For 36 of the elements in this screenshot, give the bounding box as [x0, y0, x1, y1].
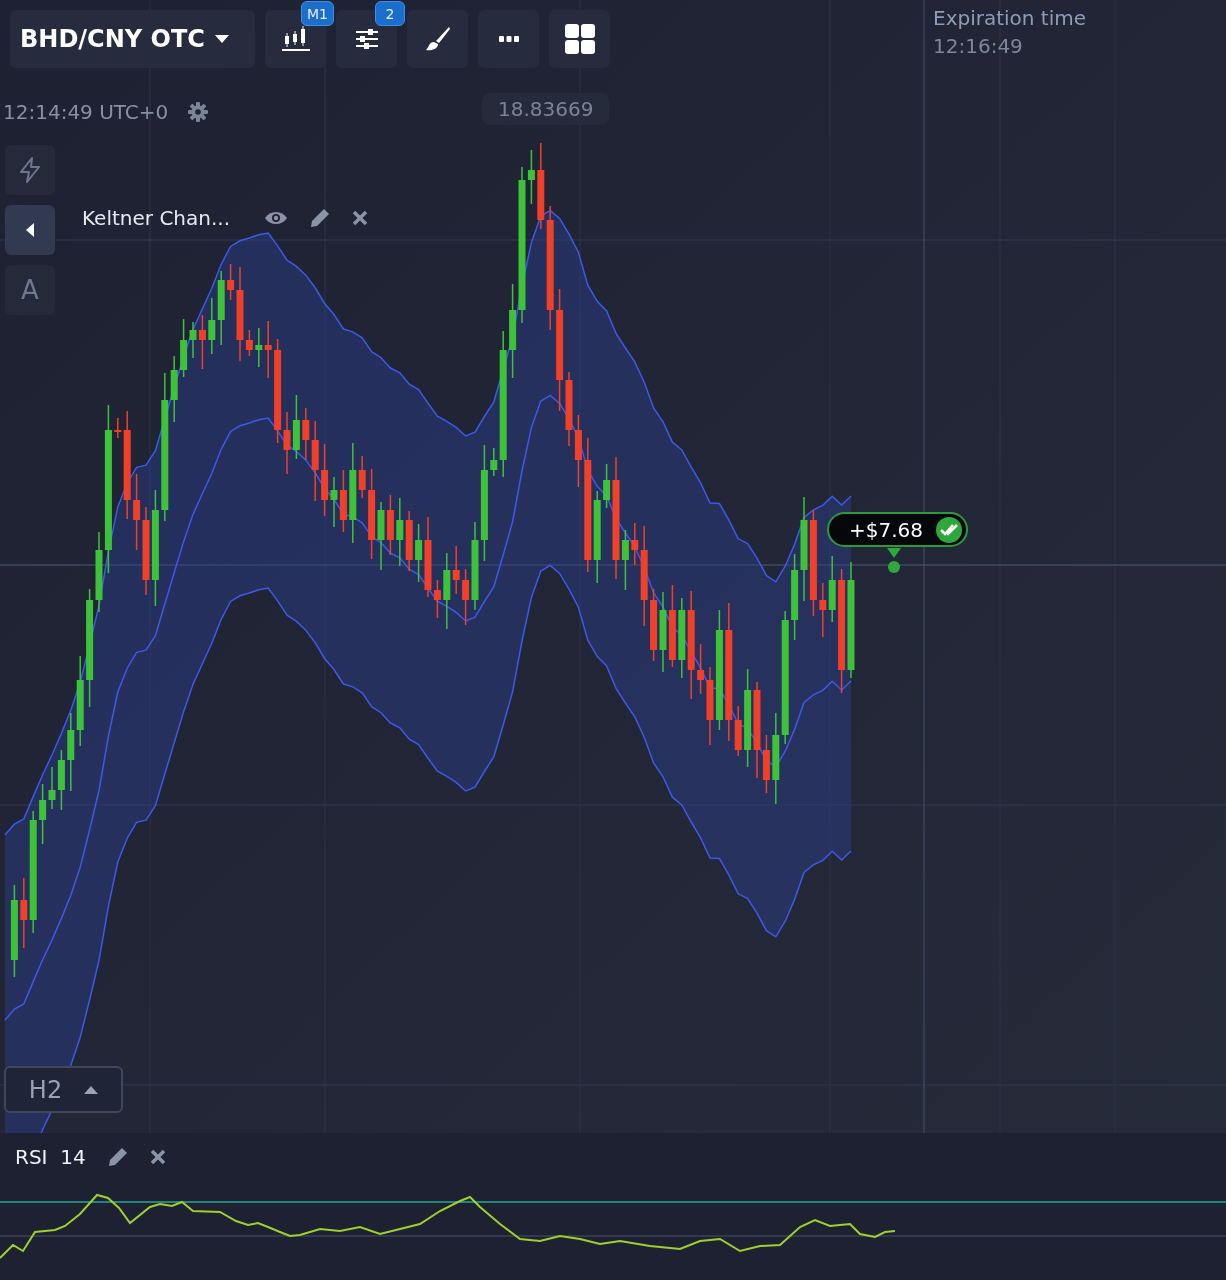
grid-icon [564, 24, 595, 54]
quick-trade-button[interactable] [5, 145, 55, 195]
text-tool-button[interactable]: A [5, 265, 55, 315]
clock-time: 12:14:49 UTC+0 [3, 100, 169, 124]
double-check-icon [935, 515, 963, 544]
more-icon [498, 36, 519, 42]
timeframe-button[interactable]: H2 [4, 1066, 123, 1113]
badge: 2 [375, 1, 405, 26]
indicators-button[interactable] [336, 10, 397, 68]
sliders-icon [354, 28, 379, 50]
brush-icon [424, 26, 451, 52]
chart-type-button[interactable] [265, 10, 326, 68]
profit-amount: +$7.68 [849, 517, 923, 542]
edit-icon[interactable] [107, 1147, 128, 1167]
indicator-name: Keltner Chan... [82, 206, 231, 230]
layout-button[interactable] [549, 10, 610, 68]
badge: M1 [301, 1, 334, 26]
trade-marker-icon [887, 548, 901, 574]
caret-up-icon [84, 1085, 99, 1094]
close-icon[interactable] [352, 210, 369, 226]
edit-icon[interactable] [310, 208, 331, 228]
caret-down-icon [214, 35, 229, 43]
price-label: 18.83669 [482, 93, 610, 125]
collapse-button[interactable] [5, 205, 55, 255]
expiration-time: 12:16:49 [933, 34, 1024, 58]
eye-icon[interactable] [264, 210, 289, 226]
settings-icon[interactable] [188, 102, 209, 122]
more-button[interactable] [478, 10, 539, 68]
close-icon[interactable] [149, 1149, 166, 1165]
candlestick-icon [280, 26, 311, 52]
drawing-button[interactable] [407, 10, 468, 68]
expiration-label: Expiration time [933, 6, 1087, 30]
lightning-icon [18, 157, 42, 183]
symbol-selector[interactable]: BHD/CNY OTC [10, 10, 255, 68]
rsi-label: RSI 14 [15, 1145, 86, 1169]
left-triangle-icon [25, 222, 35, 238]
